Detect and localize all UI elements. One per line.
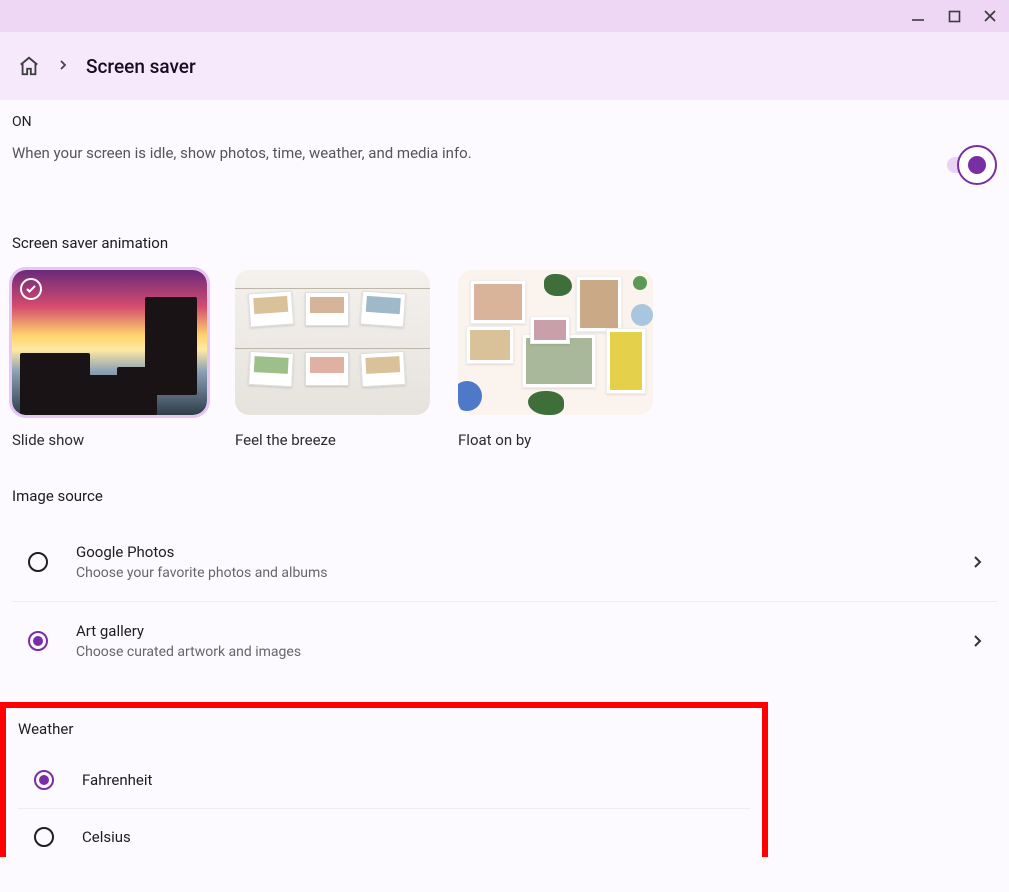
animation-label: Slide show xyxy=(12,431,207,449)
image-source-list: Google Photos Choose your favorite photo… xyxy=(12,523,997,680)
image-source-option-art-gallery[interactable]: Art gallery Choose curated artwork and i… xyxy=(12,602,997,680)
check-icon xyxy=(20,278,42,300)
animation-thumb-feel-the-breeze xyxy=(235,270,430,415)
breadcrumb-separator-icon xyxy=(58,58,68,74)
minimize-button[interactable] xyxy=(911,9,925,23)
radio-icon xyxy=(34,770,54,790)
image-source-option-google-photos[interactable]: Google Photos Choose your favorite photo… xyxy=(12,523,997,602)
page-title: Screen saver xyxy=(86,55,196,78)
image-source-section-title: Image source xyxy=(12,487,997,505)
weather-section-title: Weather xyxy=(18,720,750,738)
animation-section-title: Screen saver animation xyxy=(12,234,997,252)
chevron-right-icon xyxy=(971,632,983,651)
radio-icon xyxy=(34,827,54,847)
animation-thumb-float-on-by xyxy=(458,270,653,415)
radio-icon xyxy=(28,631,48,651)
option-subtitle: Choose curated artwork and images xyxy=(76,644,971,660)
status-description: When your screen is idle, show photos, t… xyxy=(12,144,472,162)
animation-label: Feel the breeze xyxy=(235,431,430,449)
status-label: ON xyxy=(12,114,472,130)
option-title: Art gallery xyxy=(76,622,971,640)
screensaver-toggle-row: ON When your screen is idle, show photos… xyxy=(12,114,997,186)
option-subtitle: Choose your favorite photos and albums xyxy=(76,565,971,581)
weather-option-fahrenheit[interactable]: Fahrenheit xyxy=(18,752,750,809)
header: Screen saver xyxy=(0,32,1009,100)
animation-thumb-slide-show xyxy=(12,270,207,415)
window-titlebar xyxy=(0,0,1009,32)
animation-option-feel-the-breeze[interactable]: Feel the breeze xyxy=(235,270,430,449)
maximize-button[interactable] xyxy=(947,9,961,23)
weather-section-highlight: Weather Fahrenheit Celsius xyxy=(0,702,768,857)
animation-label: Float on by xyxy=(458,431,653,449)
close-button[interactable] xyxy=(983,9,997,23)
chevron-right-icon xyxy=(971,553,983,572)
option-label: Fahrenheit xyxy=(82,771,152,789)
radio-icon xyxy=(28,552,48,572)
screensaver-toggle[interactable] xyxy=(949,144,997,186)
home-icon[interactable] xyxy=(18,55,40,77)
animation-option-slide-show[interactable]: Slide show xyxy=(12,270,207,449)
option-label: Celsius xyxy=(82,828,131,846)
weather-option-celsius[interactable]: Celsius xyxy=(18,809,750,857)
animation-option-float-on-by[interactable]: Float on by xyxy=(458,270,653,449)
option-title: Google Photos xyxy=(76,543,971,561)
animation-options: Slide show Feel the breeze xyxy=(12,270,997,449)
